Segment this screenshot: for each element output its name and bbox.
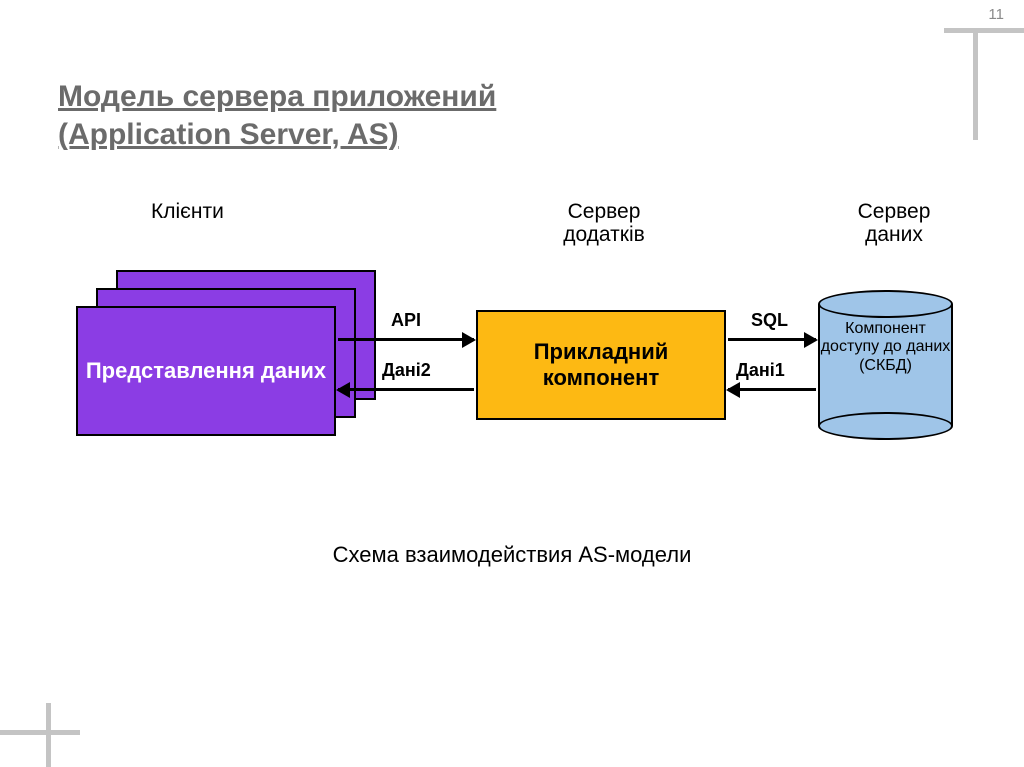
label-clients: Клієнти: [151, 200, 224, 224]
arrow-label-dani1: Дані1: [736, 360, 785, 381]
page-number: 11: [988, 6, 1004, 23]
db-cylinder-top: [818, 290, 953, 318]
client-box-front: Представлення даних: [76, 306, 336, 436]
arrow-label-api: API: [391, 310, 421, 331]
arrow-sql: [728, 338, 816, 341]
diagram: Клієнти Сервер додатків Сервер даних Пре…: [56, 200, 966, 500]
arrow-label-dani2: Дані2: [382, 360, 431, 381]
arrow-dani2: [338, 388, 474, 391]
arrow-label-sql: SQL: [751, 310, 788, 331]
diagram-caption: Схема взаимодействия AS-модели: [0, 542, 1024, 568]
arrow-api: [338, 338, 474, 341]
slide: 11 Модель сервера приложений (Applicatio…: [0, 0, 1024, 767]
db-cylinder: Компонент доступу до даних (СКБД): [818, 290, 953, 440]
db-cylinder-bottom: [818, 412, 953, 440]
decoration-stripe: [0, 730, 80, 735]
decoration-stripe: [944, 28, 1024, 33]
slide-title: Модель сервера приложений (Application S…: [58, 78, 496, 153]
decoration-stripe: [973, 28, 978, 140]
arrow-dani1: [728, 388, 816, 391]
app-component-box: Прикладний компонент: [476, 310, 726, 420]
title-line-1: Модель сервера приложений: [58, 80, 496, 113]
db-cylinder-text: Компонент доступу до даних (СКБД): [818, 320, 953, 375]
label-db-server: Сервер даних: [844, 200, 944, 246]
client-stack: Представлення даних: [76, 270, 376, 440]
label-app-server: Сервер додатків: [544, 200, 664, 246]
decoration-stripe: [46, 703, 51, 767]
title-line-2: (Application Server, AS): [58, 118, 399, 151]
